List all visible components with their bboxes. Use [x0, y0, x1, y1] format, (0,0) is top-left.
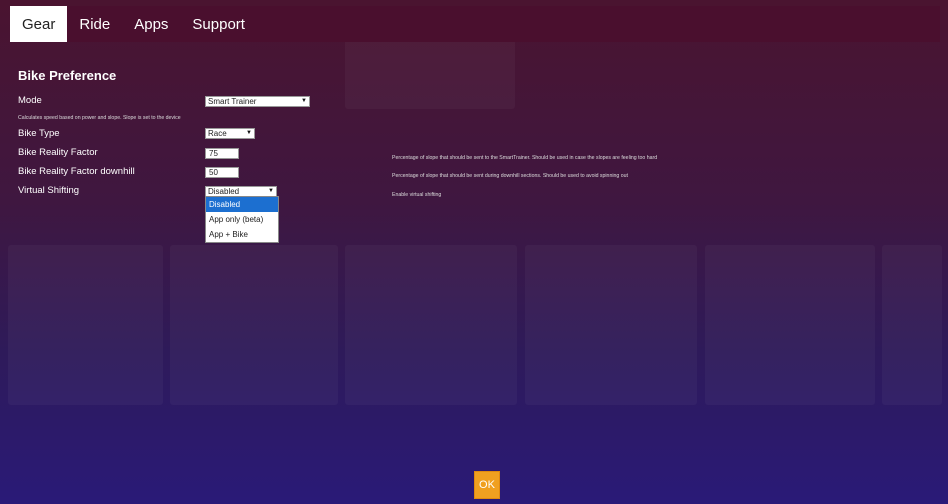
ok-button[interactable]: OK [474, 471, 500, 499]
background-tile [345, 245, 517, 405]
mode-select[interactable]: Smart Trainer ▼ [205, 96, 310, 107]
reality-factor-downhill-label: Bike Reality Factor downhill [18, 166, 135, 177]
virtual-shifting-label: Virtual Shifting [18, 185, 80, 196]
chevron-down-icon: ▼ [246, 130, 252, 136]
virtual-shifting-select-value: Disabled [208, 187, 240, 196]
mode-select-value: Smart Trainer [208, 97, 257, 106]
tab-ride[interactable]: Ride [67, 6, 122, 42]
chevron-down-icon: ▼ [268, 188, 274, 194]
reality-factor-input[interactable] [205, 148, 239, 159]
bike-type-select[interactable]: Race ▼ [205, 128, 255, 139]
tab-apps[interactable]: Apps [122, 6, 180, 42]
reality-factor-downhill-input[interactable] [205, 167, 239, 178]
background-tile [705, 245, 875, 405]
dropdown-option-disabled[interactable]: Disabled [206, 197, 278, 212]
dropdown-option-app-bike[interactable]: App + Bike [206, 227, 278, 242]
virtual-shifting-dropdown: Disabled App only (beta) App + Bike [205, 196, 279, 243]
virtual-shifting-note: Enable virtual shifting [392, 192, 442, 198]
reality-factor-downhill-note: Percentage of slope that should be sent … [392, 173, 628, 179]
background-tile [882, 245, 942, 405]
reality-factor-label: Bike Reality Factor [18, 147, 98, 158]
reality-factor-note: Percentage of slope that should be sent … [392, 155, 658, 161]
background-tile [170, 245, 338, 405]
background-tile [8, 245, 163, 405]
top-tab-bar: Gear Ride Apps Support [10, 6, 940, 42]
background-tile [525, 245, 697, 405]
tab-gear[interactable]: Gear [10, 6, 68, 42]
dropdown-option-app-only[interactable]: App only (beta) [206, 212, 278, 227]
tab-support[interactable]: Support [180, 6, 257, 42]
mode-note: Calculates speed based on power and slop… [18, 115, 181, 121]
mode-label: Mode [18, 95, 42, 106]
bike-type-select-value: Race [208, 129, 227, 138]
bike-type-label: Bike Type [18, 128, 60, 139]
chevron-down-icon: ▼ [301, 98, 307, 104]
section-title: Bike Preference [18, 68, 117, 83]
